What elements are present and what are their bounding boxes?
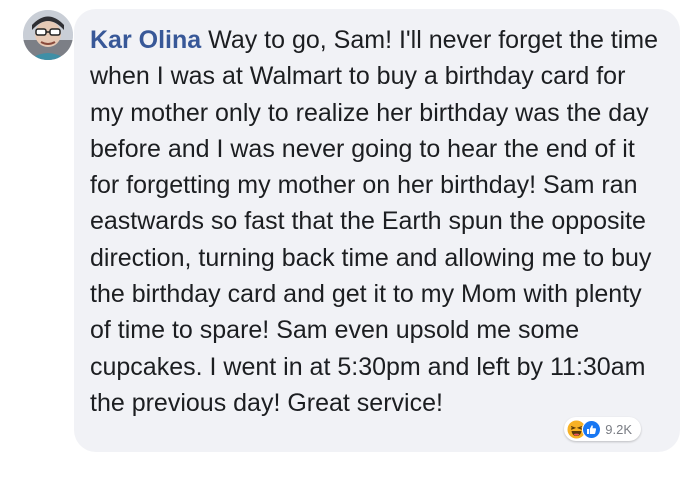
avatar-image — [23, 10, 73, 60]
comment-thread: Kar Olina Way to go, Sam! I'll never forg… — [0, 0, 700, 478]
avatar[interactable] — [23, 10, 73, 60]
comment-body: Kar Olina Way to go, Sam! I'll never forg… — [90, 22, 662, 421]
reaction-count: 9.2K — [605, 421, 632, 437]
reactions-summary[interactable]: 9.2K — [564, 417, 641, 441]
like-icon — [582, 419, 602, 439]
comment-bubble: Kar Olina Way to go, Sam! I'll never forg… — [74, 9, 680, 452]
author-name[interactable]: Kar Olina — [90, 26, 201, 54]
comment-text: Way to go, Sam! I'll never forget the ti… — [90, 26, 659, 417]
